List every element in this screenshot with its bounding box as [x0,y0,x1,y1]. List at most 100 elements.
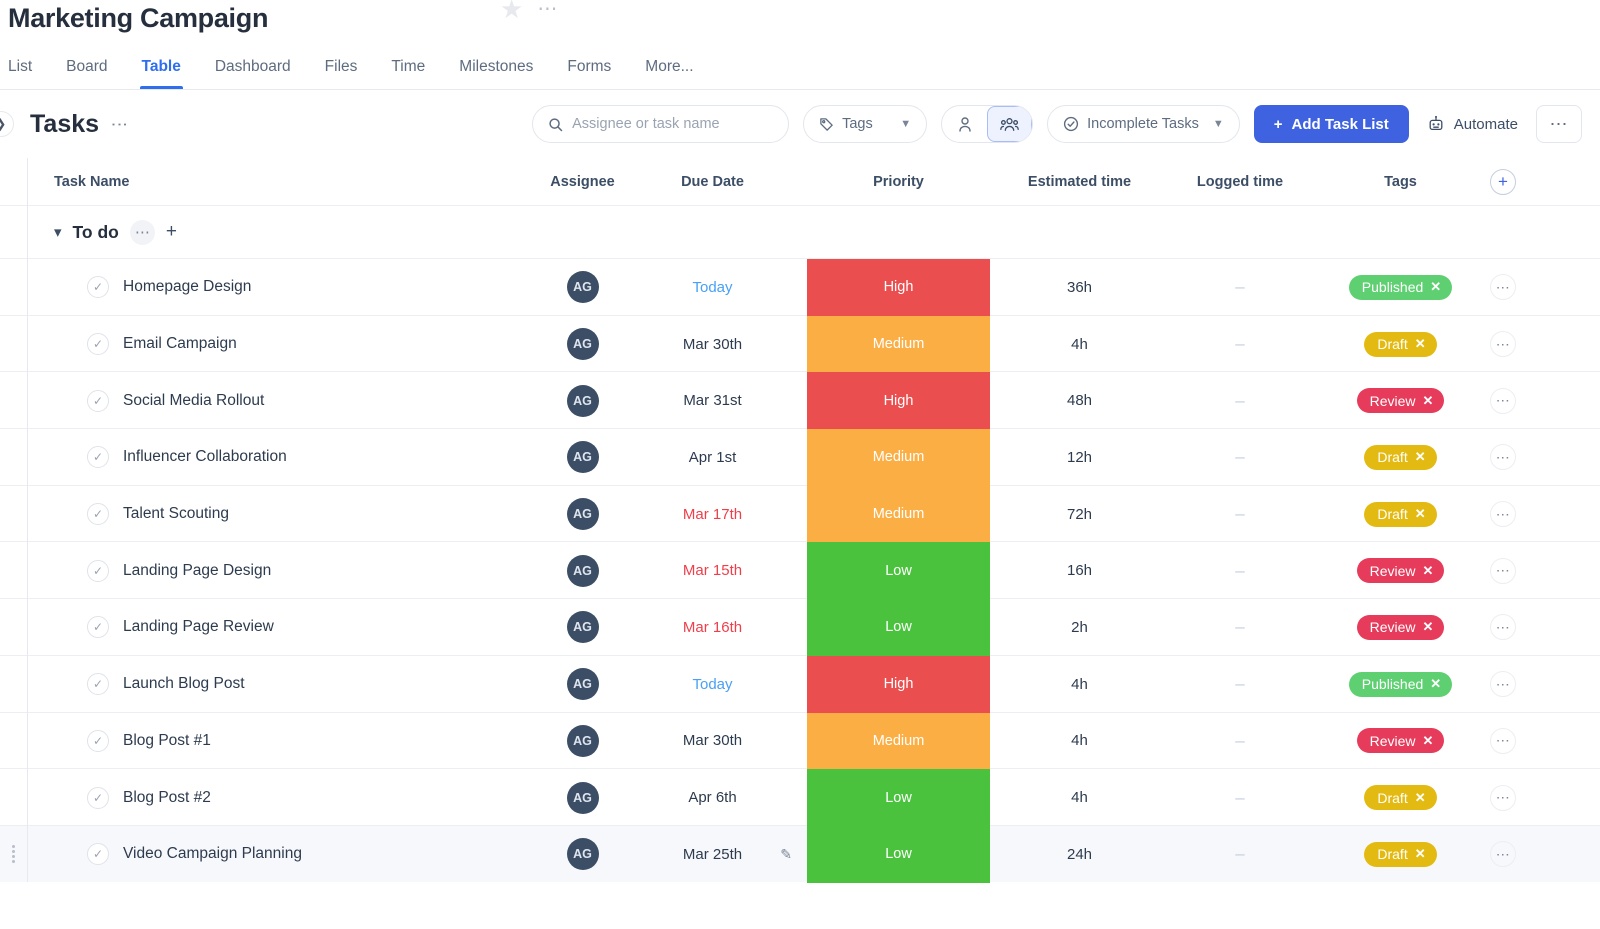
priority-badge[interactable]: Low [807,825,990,883]
table-row[interactable]: ✓ Video Campaign Planning AG Mar 25th ✎ Low 24… [0,824,1600,883]
avatar[interactable]: AG [566,838,599,871]
due-date-cell[interactable]: Today [625,676,800,693]
remove-tag-icon[interactable]: ✕ [1415,336,1426,352]
status-badge[interactable]: Published ✕ [1348,274,1453,300]
status-badge[interactable]: Draft ✕ [1364,841,1437,867]
table-row[interactable]: ✓ Homepage Design AG Today High 36h – Published… [0,258,1600,316]
search-box[interactable] [532,105,790,143]
column-header-tags[interactable]: Tags [1318,174,1483,190]
add-task-list-button[interactable]: + Add Task List [1253,105,1409,143]
row-more-icon[interactable]: ⋯ [1490,614,1516,641]
collapse-chevron-icon[interactable]: ❯ [0,111,14,137]
avatar[interactable]: AG [566,554,599,587]
complete-task-checkbox[interactable]: ✓ [87,673,109,696]
table-row[interactable]: ✓ Blog Post #2 AG Apr 6th Low 4h – Draft ✕ ⋯ [0,768,1600,826]
complete-task-checkbox[interactable]: ✓ [87,616,109,639]
column-header-logged-time[interactable]: Logged time [1162,174,1318,190]
estimated-time-cell[interactable]: 36h [997,279,1162,296]
priority-badge[interactable]: Medium [807,485,990,543]
status-badge[interactable]: Published ✕ [1348,671,1453,697]
estimated-time-cell[interactable]: 2h [997,619,1162,636]
search-input[interactable] [572,116,774,132]
table-row[interactable]: ✓ Blog Post #1 AG Mar 30th Medium 4h – Review ✕ ⋯ [0,711,1600,770]
complete-task-checkbox[interactable]: ✓ [87,503,109,526]
due-date-cell[interactable]: Mar 17th [625,506,800,523]
tab-table[interactable]: Table [125,58,198,89]
priority-badge[interactable]: High [807,372,990,430]
complete-task-checkbox[interactable]: ✓ [87,729,109,752]
due-date-cell[interactable]: Mar 30th [625,732,800,749]
status-badge[interactable]: Review ✕ [1356,728,1445,754]
remove-tag-icon[interactable]: ✕ [1423,619,1434,635]
due-date-cell[interactable]: Mar 16th [625,619,800,636]
complete-task-checkbox[interactable]: ✓ [87,559,109,582]
table-row[interactable]: ✓ Social Media Rollout AG Mar 31st High 48h – R… [0,371,1600,430]
avatar[interactable]: AG [566,724,599,757]
due-date-cell[interactable]: Apr 6th [625,789,800,806]
estimated-time-cell[interactable]: 4h [997,676,1162,693]
tab-forms[interactable]: Forms [550,58,628,89]
remove-tag-icon[interactable]: ✕ [1415,449,1426,465]
add-column-button[interactable]: + [1490,168,1516,195]
priority-badge[interactable]: Medium [807,429,990,486]
drag-handle-icon[interactable] [0,845,27,864]
table-row[interactable]: ✓ Landing Page Design AG Mar 15th Low 16h – Rev… [0,541,1600,600]
remove-tag-icon[interactable]: ✕ [1430,676,1441,692]
row-more-icon[interactable]: ⋯ [1490,557,1516,584]
remove-tag-icon[interactable]: ✕ [1423,393,1434,409]
toolbar-more-button[interactable]: ⋯ [1536,105,1582,143]
complete-task-checkbox[interactable]: ✓ [87,276,109,299]
task-name-cell[interactable]: ✓ Blog Post #2 [40,786,540,809]
tab-list[interactable]: List [8,58,49,89]
complete-task-checkbox[interactable]: ✓ [87,843,109,866]
row-more-icon[interactable]: ⋯ [1490,331,1516,358]
priority-badge[interactable]: Low [807,599,990,656]
estimated-time-cell[interactable]: 24h [997,846,1162,863]
logged-time-cell[interactable]: – [1162,617,1318,637]
chevron-down-icon[interactable]: ▾ [54,223,62,241]
column-header-assignee[interactable]: Assignee [540,174,625,190]
priority-badge[interactable]: Low [807,769,990,826]
priority-badge[interactable]: Low [807,542,990,600]
logged-time-cell[interactable]: – [1162,674,1318,694]
logged-time-cell[interactable]: – [1162,561,1318,581]
status-badge[interactable]: Draft ✕ [1364,785,1437,811]
estimated-time-cell[interactable]: 12h [997,449,1162,466]
estimated-time-cell[interactable]: 72h [997,506,1162,523]
table-row[interactable]: ✓ Influencer Collaboration AG Apr 1st Medium… [0,428,1600,486]
priority-badge[interactable]: High [807,259,990,316]
tab-files[interactable]: Files [308,58,375,89]
avatar[interactable]: AG [566,781,599,814]
task-name-cell[interactable]: ✓ Email Campaign [40,333,540,356]
status-badge[interactable]: Review ✕ [1356,388,1445,414]
row-more-icon[interactable]: ⋯ [1490,501,1516,528]
due-date-cell[interactable]: Mar 25th ✎ [625,846,800,863]
edit-pencil-icon[interactable]: ✎ [780,846,792,863]
task-name-cell[interactable]: ✓ Landing Page Design [40,559,540,582]
column-header-priority[interactable]: Priority [800,174,997,190]
row-more-icon[interactable]: ⋯ [1490,727,1516,754]
avatar[interactable]: AG [566,441,599,474]
title-more-icon[interactable]: ⋯ [537,0,558,19]
logged-time-cell[interactable]: – [1162,447,1318,467]
remove-tag-icon[interactable]: ✕ [1415,846,1426,862]
due-date-cell[interactable]: Today [625,279,800,296]
avatar[interactable]: AG [566,384,599,417]
task-name-cell[interactable]: ✓ Landing Page Review [40,616,540,639]
single-person-toggle[interactable] [942,106,987,142]
complete-task-checkbox[interactable]: ✓ [87,786,109,809]
row-more-icon[interactable]: ⋯ [1490,841,1516,868]
task-name-cell[interactable]: ✓ Blog Post #1 [40,729,540,752]
status-badge[interactable]: Review ✕ [1356,614,1445,640]
complete-task-checkbox[interactable]: ✓ [87,389,109,412]
complete-task-checkbox[interactable]: ✓ [87,333,109,356]
avatar[interactable]: AG [566,328,599,361]
row-more-icon[interactable]: ⋯ [1490,444,1516,471]
status-badge[interactable]: Draft ✕ [1364,501,1437,527]
estimated-time-cell[interactable]: 4h [997,789,1162,806]
estimated-time-cell[interactable]: 16h [997,562,1162,579]
logged-time-cell[interactable]: – [1162,844,1318,864]
table-row[interactable]: ✓ Landing Page Review AG Mar 16th Low 2h – Revi… [0,598,1600,656]
status-badge[interactable]: Draft ✕ [1364,444,1437,470]
logged-time-cell[interactable]: – [1162,504,1318,524]
